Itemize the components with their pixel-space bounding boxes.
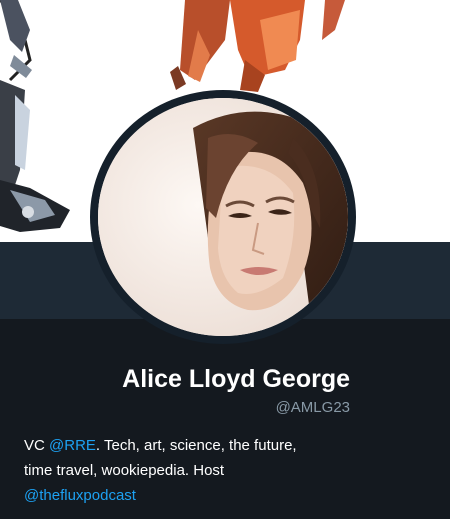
profile-handle[interactable]: @AMLG23 bbox=[276, 398, 350, 418]
bio-text-line2: time travel, wookiepedia. Host bbox=[24, 462, 225, 479]
avatar-photo bbox=[98, 98, 348, 336]
bio-text-middle: . Tech, art, science, the future, bbox=[95, 437, 297, 454]
profile-name: Alice Lloyd George bbox=[122, 365, 350, 393]
bio-mention-link[interactable]: @RRE bbox=[49, 437, 96, 454]
bio-podcast-link[interactable]: @thefluxpodcast bbox=[24, 487, 136, 504]
bio-text-prefix: VC bbox=[24, 437, 50, 454]
profile-bio: VC @RRE. Tech, art, science, the future,… bbox=[24, 433, 434, 508]
profile-avatar[interactable] bbox=[90, 90, 356, 344]
